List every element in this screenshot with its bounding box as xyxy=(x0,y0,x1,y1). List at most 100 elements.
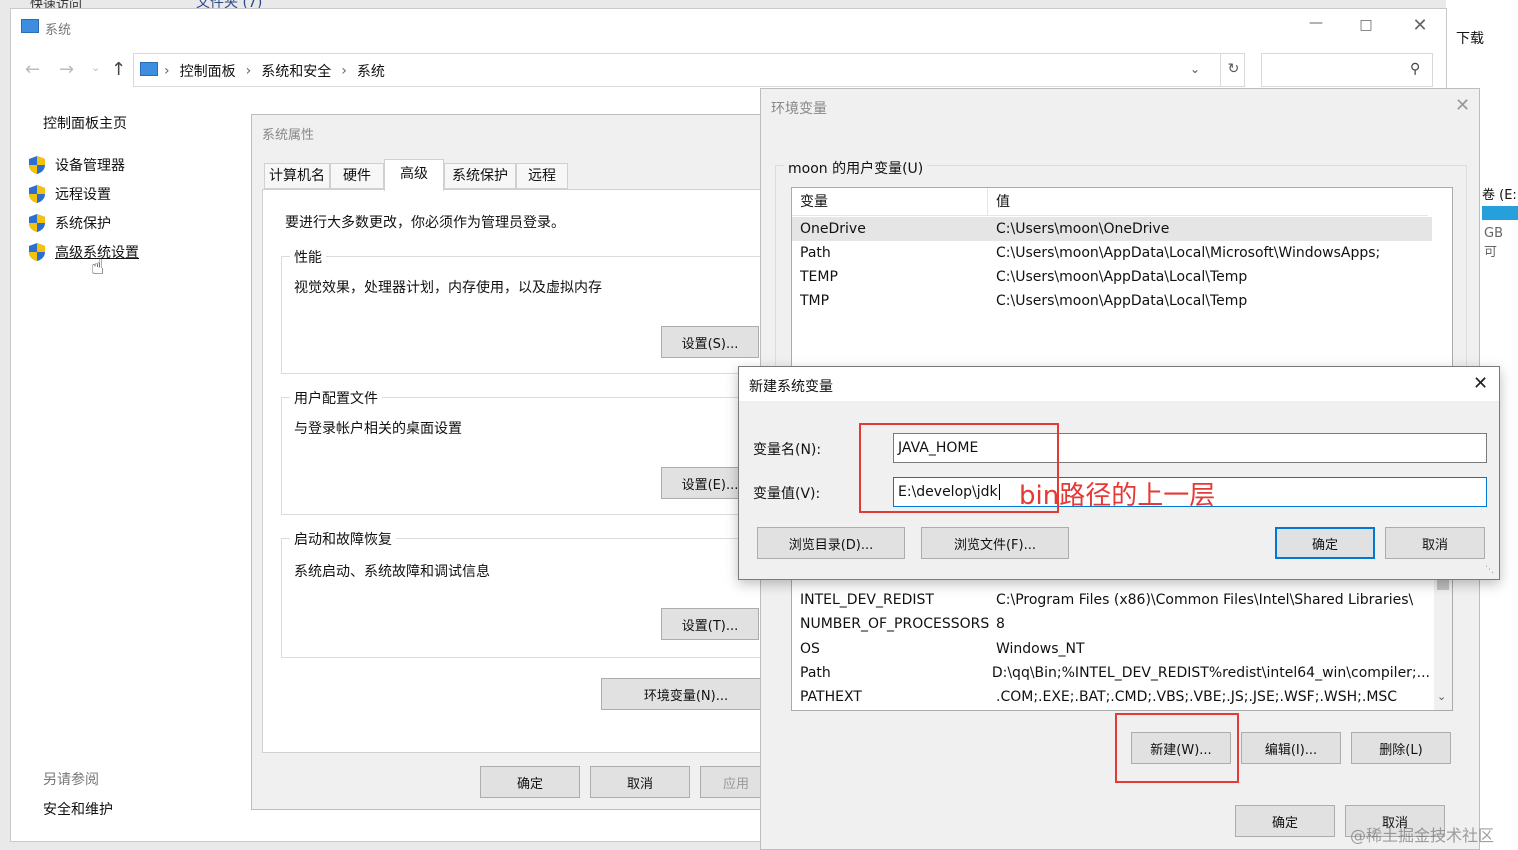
tab-panel: 要进行大多数更改，你必须作为管理员登录。 性能 视觉效果，处理器计划，内存使用，… xyxy=(262,189,781,753)
performance-settings-button[interactable]: 设置(S)... xyxy=(661,326,759,358)
ok-button[interactable]: 确定 xyxy=(1275,527,1375,559)
variable-name: Path xyxy=(800,665,831,681)
system-window-icon xyxy=(21,19,39,33)
tab-advanced[interactable]: 高级 xyxy=(384,159,444,191)
variable-name: Path xyxy=(800,245,831,261)
variable-value-label: 变量值(V): xyxy=(753,486,821,502)
variable-name: INTEL_DEV_REDIST xyxy=(800,592,934,608)
scrollbar[interactable]: ⌄ xyxy=(1434,570,1452,710)
variable-name-label: 变量名(N): xyxy=(753,442,822,458)
sidebar-item-label: 系统保护 xyxy=(55,216,111,232)
tab-system-protection[interactable]: 系统保护 xyxy=(444,163,516,189)
breadcrumb-sep-icon: › xyxy=(164,63,170,79)
address-dropdown-icon[interactable]: ⌄ xyxy=(1190,62,1200,76)
highlight-box-new xyxy=(1115,713,1239,783)
variable-value: 8 xyxy=(996,616,1005,632)
recent-chevron-icon[interactable]: ⌄ xyxy=(91,61,100,74)
maximize-button[interactable]: □ xyxy=(1351,17,1381,41)
minimize-button[interactable]: — xyxy=(1301,15,1331,39)
download-label[interactable]: 下载 xyxy=(1456,28,1484,48)
shield-icon xyxy=(29,214,45,232)
variable-name: OS xyxy=(800,641,820,657)
tab-hardware[interactable]: 硬件 xyxy=(330,163,384,189)
ok-button[interactable]: 确定 xyxy=(1235,805,1335,837)
tab-remote[interactable]: 远程 xyxy=(516,163,568,189)
system-variables-table: INTEL_DEV_REDIST C:\Program Files (x86)\… xyxy=(791,569,1453,711)
startup-desc: 系统启动、系统故障和调试信息 xyxy=(294,564,490,580)
watermark: @稀土掘金技术社区 xyxy=(1350,826,1495,845)
back-icon[interactable]: ← xyxy=(25,59,40,80)
refresh-icon[interactable]: ↻ xyxy=(1220,53,1246,87)
dialog-title-bar xyxy=(739,367,1499,401)
see-also-label: 另请参阅 xyxy=(43,772,99,788)
control-panel-home-link[interactable]: 控制面板主页 xyxy=(43,113,127,133)
table-row[interactable]: Path C:\Users\moon\AppData\Local\Microso… xyxy=(800,241,1430,265)
search-box[interactable]: ⚲ xyxy=(1261,53,1433,87)
close-icon[interactable]: ✕ xyxy=(1455,95,1470,116)
dialog-title: 新建系统变量 xyxy=(749,379,833,395)
shield-icon xyxy=(29,156,45,174)
table-row[interactable]: Path D:\qq\Bin;%INTEL_DEV_REDIST%redist\… xyxy=(800,661,1430,685)
table-row[interactable]: TMP C:\Users\moon\AppData\Local\Temp xyxy=(800,289,1430,313)
table-row[interactable]: NUMBER_OF_PROCESSORS 8 xyxy=(800,612,1430,636)
volume-label: 卷 (E: xyxy=(1482,188,1517,203)
edit-variable-button[interactable]: 编辑(I)... xyxy=(1241,732,1341,764)
table-row[interactable]: INTEL_DEV_REDIST C:\Program Files (x86)\… xyxy=(800,588,1430,612)
breadcrumb: › 控制面板 › 系统和安全 › 系统 xyxy=(164,61,385,81)
tab-computer-name[interactable]: 计算机名 xyxy=(264,163,330,189)
breadcrumb-system[interactable]: 系统 xyxy=(357,61,385,81)
dialog-title: 系统属性 xyxy=(262,128,315,143)
variable-value: Windows_NT xyxy=(996,641,1085,657)
gb-label: GB 可 xyxy=(1484,226,1503,260)
computer-icon xyxy=(140,62,158,76)
ok-button[interactable]: 确定 xyxy=(480,766,580,798)
dialog-title: 环境变量 xyxy=(771,101,827,117)
sidebar-item-remote[interactable]: 远程设置 xyxy=(29,184,111,204)
variable-value: C:\Users\moon\OneDrive xyxy=(996,221,1170,237)
variable-value: .COM;.EXE;.BAT;.CMD;.VBS;.VBE;.JS;.JSE;.… xyxy=(996,689,1398,705)
browse-directory-button[interactable]: 浏览目录(D)... xyxy=(757,527,905,559)
breadcrumb-sep-icon: › xyxy=(341,63,347,79)
profile-desc: 与登录帐户相关的桌面设置 xyxy=(294,421,462,437)
browse-file-button[interactable]: 浏览文件(F)... xyxy=(921,527,1069,559)
address-bar[interactable]: › 控制面板 › 系统和安全 › 系统 ⌄ ↻ xyxy=(133,53,1245,87)
environment-variables-button[interactable]: 环境变量(N)... xyxy=(601,678,771,710)
performance-desc: 视觉效果，处理器计划，内存使用，以及虚拟内存 xyxy=(294,280,602,296)
variable-value: C:\Users\moon\AppData\Local\Temp xyxy=(996,293,1248,309)
new-system-variable-dialog: 新建系统变量 ✕ 变量名(N): JAVA_HOME 变量值(V): E:\de… xyxy=(738,366,1500,580)
security-maintenance-link[interactable]: 安全和维护 xyxy=(43,799,113,819)
resize-grip-icon[interactable]: ⋱ xyxy=(1485,565,1494,575)
table-row[interactable]: PATHEXT .COM;.EXE;.BAT;.CMD;.VBS;.VBE;.J… xyxy=(800,685,1430,709)
variable-value: C:\Users\moon\AppData\Local\Microsoft\Wi… xyxy=(996,245,1381,261)
table-row[interactable]: OS Windows_NT xyxy=(800,637,1430,661)
close-button[interactable]: ✕ xyxy=(1405,15,1435,39)
sidebar-item-advanced[interactable]: 高级系统设置 xyxy=(29,242,139,262)
table-row[interactable]: TEMP C:\Users\moon\AppData\Local\Temp xyxy=(800,265,1430,289)
performance-label: 性能 xyxy=(290,247,326,267)
search-icon: ⚲ xyxy=(1410,61,1421,77)
forward-icon[interactable]: → xyxy=(59,59,74,80)
user-variables-table: 变量 值 OneDrive C:\Users\moon\OneDrive Pat… xyxy=(791,187,1453,373)
delete-variable-button[interactable]: 删除(L) xyxy=(1351,732,1451,764)
cancel-button[interactable]: 取消 xyxy=(590,766,690,798)
column-header-variable[interactable]: 变量 xyxy=(792,188,988,216)
sidebar-item-device-manager[interactable]: 设备管理器 xyxy=(29,155,125,175)
breadcrumb-control-panel[interactable]: 控制面板 xyxy=(180,61,236,81)
user-variables-label: moon 的用户变量(U) xyxy=(784,158,928,178)
startup-label: 启动和故障恢复 xyxy=(290,529,396,549)
highlight-box-inputs xyxy=(859,423,1059,513)
shield-icon xyxy=(29,185,45,203)
admin-note: 要进行大多数更改，你必须作为管理员登录。 xyxy=(285,215,565,231)
variable-name: PATHEXT xyxy=(800,689,862,705)
sidebar-item-protection[interactable]: 系统保护 xyxy=(29,213,111,233)
column-header-value[interactable]: 值 xyxy=(988,188,1428,216)
scroll-down-icon[interactable]: ⌄ xyxy=(1437,690,1446,703)
shield-icon xyxy=(29,243,45,261)
startup-settings-button[interactable]: 设置(T)... xyxy=(661,608,759,640)
close-icon[interactable]: ✕ xyxy=(1473,373,1488,394)
cancel-button[interactable]: 取消 xyxy=(1385,527,1485,559)
volume-bar xyxy=(1482,206,1518,220)
breadcrumb-security[interactable]: 系统和安全 xyxy=(261,61,331,81)
table-row[interactable]: OneDrive C:\Users\moon\OneDrive xyxy=(800,217,1430,241)
up-icon[interactable]: ↑ xyxy=(111,59,126,80)
